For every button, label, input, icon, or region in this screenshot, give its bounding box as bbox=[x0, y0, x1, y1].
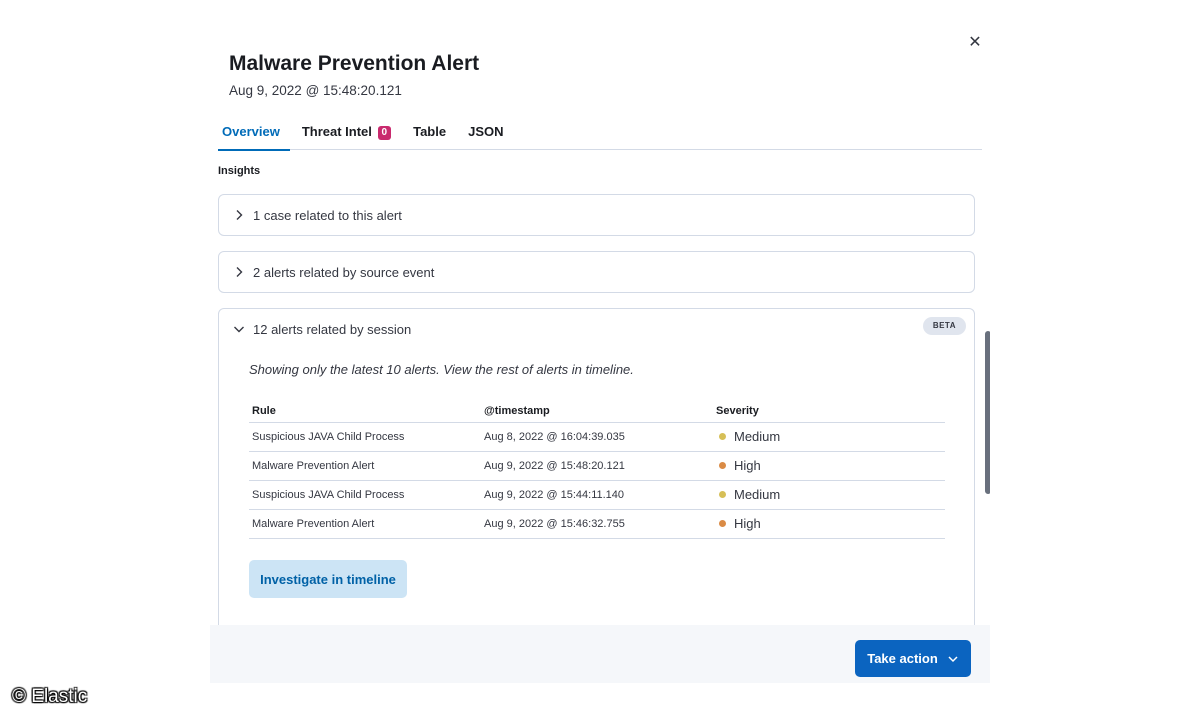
tab-overview[interactable]: Overview bbox=[218, 122, 292, 151]
severity-label: Medium bbox=[734, 487, 781, 502]
rule-cell: Suspicious JAVA Child Process bbox=[249, 480, 481, 510]
tab-json-label: JSON bbox=[468, 124, 504, 139]
source-event-panel: 2 alerts related by source event bbox=[218, 251, 975, 293]
session-panel: 12 alerts related by session BETA Showin… bbox=[218, 308, 975, 625]
rule-cell: Suspicious JAVA Child Process bbox=[249, 422, 481, 452]
flyout-footer: Take action bbox=[210, 625, 990, 683]
chevron-right-icon bbox=[236, 267, 243, 277]
severity-label: Medium bbox=[734, 429, 781, 444]
column-header-timestamp: @timestamp bbox=[481, 400, 713, 423]
severity-cell: Medium bbox=[713, 422, 945, 452]
rule-cell: Malware Prevention Alert bbox=[249, 509, 481, 539]
tab-json[interactable]: JSON bbox=[464, 122, 515, 150]
severity-label: High bbox=[734, 458, 761, 473]
cases-panel-label: 1 case related to this alert bbox=[253, 207, 402, 223]
source-event-panel-label: 2 alerts related by source event bbox=[253, 264, 435, 280]
tab-threat-intel[interactable]: Threat Intel 0 bbox=[298, 122, 403, 150]
session-alerts-table: Rule @timestamp Severity Suspicious JAVA… bbox=[249, 400, 945, 539]
severity-label: High bbox=[734, 516, 761, 531]
severity-dot-icon bbox=[719, 433, 726, 440]
session-panel-label: 12 alerts related by session bbox=[253, 321, 412, 337]
copyright-watermark: © Elastic bbox=[12, 686, 88, 707]
scrollbar-thumb[interactable] bbox=[985, 331, 990, 494]
investigate-in-timeline-button[interactable]: Investigate in timeline bbox=[249, 560, 407, 598]
severity-cell: High bbox=[713, 509, 945, 539]
timestamp-cell: Aug 9, 2022 @ 15:44:11.140 bbox=[481, 480, 713, 510]
flyout-title: Malware Prevention Alert bbox=[229, 52, 480, 75]
column-header-rule: Rule bbox=[249, 400, 481, 423]
beta-badge: BETA bbox=[922, 317, 966, 335]
table-row: Suspicious JAVA Child Process Aug 9, 202… bbox=[249, 480, 945, 510]
tab-overview-label: Overview bbox=[222, 124, 280, 139]
chevron-right-icon bbox=[236, 210, 243, 220]
threat-intel-count-badge: 0 bbox=[377, 126, 392, 140]
table-row: Suspicious JAVA Child Process Aug 8, 202… bbox=[249, 422, 945, 452]
tab-bar: Overview Threat Intel 0 Table JSON bbox=[218, 122, 982, 151]
insights-heading: Insights bbox=[218, 165, 261, 177]
timestamp-cell: Aug 9, 2022 @ 15:48:20.121 bbox=[481, 451, 713, 481]
timestamp-cell: Aug 8, 2022 @ 16:04:39.035 bbox=[481, 422, 713, 452]
chevron-down-icon bbox=[948, 655, 958, 662]
take-action-label: Take action bbox=[867, 651, 938, 666]
session-alerts-note: Showing only the latest 10 alerts. View … bbox=[249, 362, 634, 377]
session-panel-toggle[interactable]: 12 alerts related by session bbox=[219, 309, 974, 349]
cases-panel: 1 case related to this alert bbox=[218, 194, 975, 236]
severity-cell: Medium bbox=[713, 480, 945, 510]
alert-flyout: ✕ Malware Prevention Alert Aug 9, 2022 @… bbox=[210, 20, 990, 683]
chevron-down-icon bbox=[234, 326, 244, 333]
column-header-severity: Severity bbox=[713, 400, 945, 423]
rule-cell: Malware Prevention Alert bbox=[249, 451, 481, 481]
source-event-panel-toggle[interactable]: 2 alerts related by source event bbox=[219, 252, 974, 292]
take-action-button[interactable]: Take action bbox=[855, 640, 971, 677]
severity-dot-icon bbox=[719, 491, 726, 498]
table-row: Malware Prevention Alert Aug 9, 2022 @ 1… bbox=[249, 451, 945, 481]
tab-threat-intel-label: Threat Intel bbox=[301, 124, 372, 139]
severity-dot-icon bbox=[719, 462, 726, 469]
flyout-timestamp: Aug 9, 2022 @ 15:48:20.121 bbox=[229, 83, 402, 98]
timestamp-cell: Aug 9, 2022 @ 15:46:32.755 bbox=[481, 509, 713, 539]
tab-table[interactable]: Table bbox=[409, 122, 458, 150]
severity-dot-icon bbox=[719, 520, 726, 527]
close-icon[interactable]: ✕ bbox=[967, 34, 983, 50]
table-row: Malware Prevention Alert Aug 9, 2022 @ 1… bbox=[249, 509, 945, 539]
cases-panel-toggle[interactable]: 1 case related to this alert bbox=[219, 195, 974, 235]
insights-scroll-area[interactable]: 1 case related to this alert 2 alerts re… bbox=[218, 194, 990, 625]
table-header-row: Rule @timestamp Severity bbox=[249, 400, 945, 423]
tab-table-label: Table bbox=[413, 124, 447, 139]
severity-cell: High bbox=[713, 451, 945, 481]
